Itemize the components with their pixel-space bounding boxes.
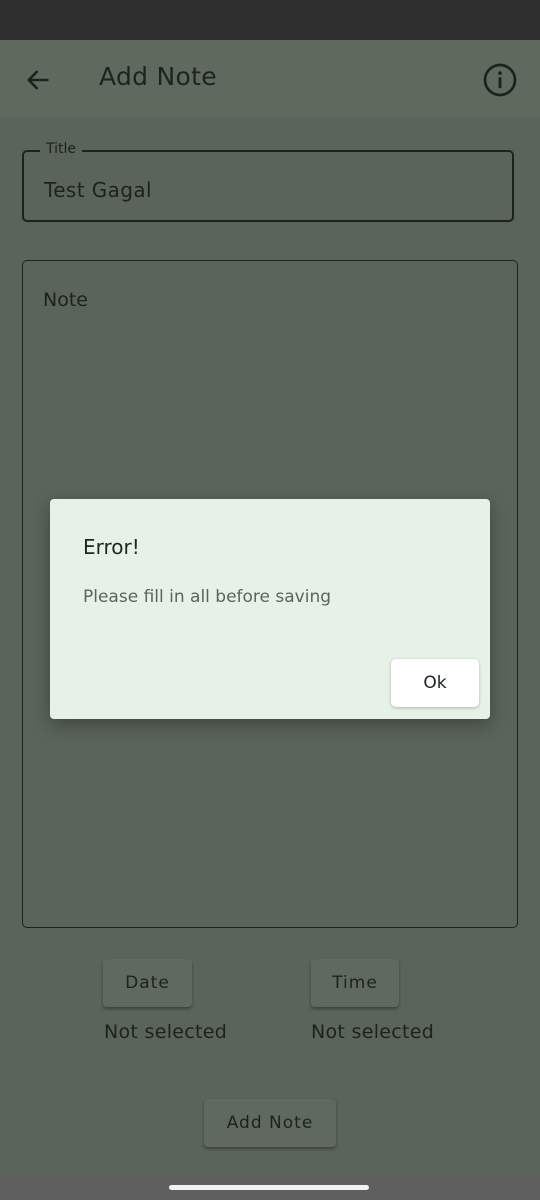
date-button[interactable]: Date xyxy=(103,959,192,1007)
dialog-title: Error! xyxy=(83,535,140,559)
ok-button[interactable]: Ok xyxy=(391,659,479,707)
error-dialog: Error! Please fill in all before saving … xyxy=(50,499,490,719)
page-title: Add Note xyxy=(99,62,217,91)
info-button[interactable] xyxy=(480,60,520,100)
title-field-label: Title xyxy=(40,141,83,157)
status-bar xyxy=(0,0,540,40)
arrow-left-icon xyxy=(27,70,49,90)
note-placeholder: Note xyxy=(43,289,88,311)
title-input[interactable]: Title Test Gagal xyxy=(22,141,514,222)
back-button[interactable] xyxy=(18,60,58,100)
dialog-message: Please fill in all before saving xyxy=(83,587,332,607)
info-circle-icon xyxy=(483,63,517,97)
time-button[interactable]: Time xyxy=(311,959,399,1007)
home-indicator[interactable] xyxy=(169,1185,369,1190)
navigation-bar xyxy=(0,1176,540,1200)
time-selected-text: Not selected xyxy=(311,1021,435,1043)
title-input-value: Test Gagal xyxy=(44,178,153,202)
add-note-button[interactable]: Add Note xyxy=(204,1099,336,1147)
date-selected-text: Not selected xyxy=(104,1021,228,1043)
app-bar: Add Note xyxy=(0,40,540,118)
